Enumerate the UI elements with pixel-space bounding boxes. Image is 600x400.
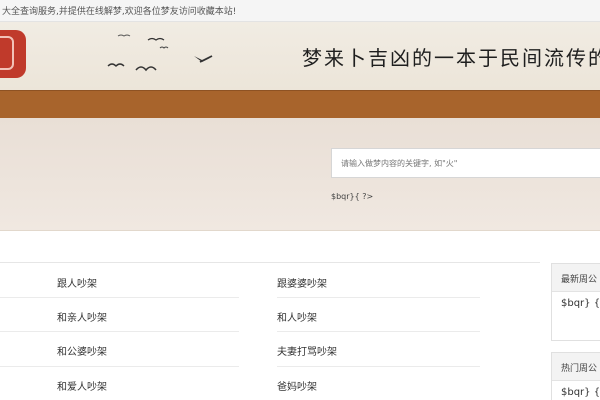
dream-link[interactable]: 夫妻打骂吵架 [277,343,337,358]
search-hero: $bqr}{ ?> [0,118,600,231]
hot-keywords-text: $bqr}{ ?> [331,192,374,201]
seal-icon [0,36,14,70]
dream-list: 跟人吵架 和亲人吵架 和公婆吵架 和爱人吵架 跟婆婆吵架 和人吵架 夫妻打骂吵架… [0,262,540,400]
top-notice-bar: 大全查询服务,并提供在线解梦,欢迎各位梦友访问收藏本站! [0,0,600,22]
section-spacer [0,232,600,262]
search-input[interactable] [331,148,600,178]
birds-decoration [107,34,213,72]
site-header: 梦来卜吉凶的一本于民间流传的解 [0,22,600,90]
dream-link[interactable]: 和人吵架 [277,309,317,324]
panel-content: $bqr} { [561,298,600,309]
dream-link[interactable]: 跟婆婆吵架 [277,275,327,290]
row-divider [57,297,239,298]
site-logo[interactable] [0,30,26,78]
dream-link[interactable]: 和亲人吵架 [57,309,107,324]
row-divider [277,331,480,332]
dream-link[interactable]: 和公婆吵架 [57,343,107,358]
panel-content: $bqr} { [561,387,600,398]
dream-link[interactable]: 跟人吵架 [57,275,97,290]
row-divider [57,366,239,367]
row-divider [277,297,480,298]
main-nav-bar [0,90,600,118]
panel-title: 最新周公 [552,264,600,292]
latest-dreams-panel: 最新周公 $bqr} { [551,263,600,341]
dream-link[interactable]: 和爱人吵架 [57,378,107,393]
hot-dreams-panel: 热门周公 $bqr} { [551,352,600,400]
site-slogan: 梦来卜吉凶的一本于民间流传的解 [302,46,600,70]
row-divider [57,331,239,332]
row-divider [277,366,480,367]
top-notice-text: 大全查询服务,并提供在线解梦,欢迎各位梦友访问收藏本站! [2,7,237,17]
dream-link[interactable]: 爸妈吵架 [277,378,317,393]
panel-title: 热门周公 [552,353,600,381]
